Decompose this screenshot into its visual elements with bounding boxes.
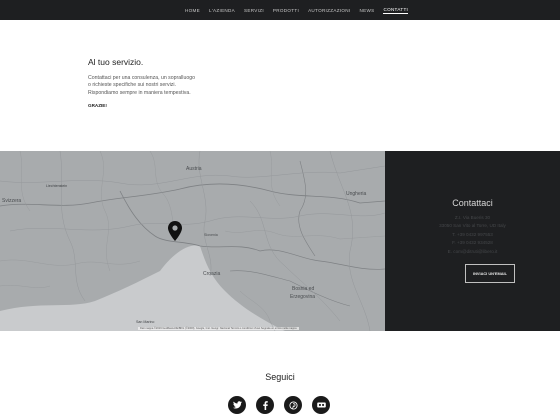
map-attribution[interactable]: Dati mappa ©2019 GeoBasis-DE/BKG (©2009)… bbox=[138, 327, 299, 330]
nav-item-home[interactable]: HOME bbox=[185, 8, 200, 13]
map-label-bosnia-1: Bosnia ed bbox=[292, 286, 315, 292]
map-label-slovenia: Slovenia bbox=[204, 233, 218, 237]
map-label-austria: Austria bbox=[186, 166, 202, 172]
nav-item-contatti[interactable]: CONTATTI bbox=[383, 7, 409, 14]
contact-email[interactable]: E. com@ditruti@libero.it bbox=[385, 248, 560, 256]
follow-title: Seguici bbox=[265, 372, 295, 382]
map-label-ungheria: Ungheria bbox=[346, 191, 367, 197]
nav-item-prodotti[interactable]: PRODOTTI bbox=[273, 8, 299, 13]
social-links bbox=[228, 396, 340, 414]
intro-line: Contattaci per una consulenza, un sopral… bbox=[88, 75, 195, 81]
location-pin-icon[interactable] bbox=[168, 221, 182, 241]
intro-section: Al tuo servizio. Contattaci per una cons… bbox=[88, 57, 288, 108]
contact-address: Z.I. Via Bueris 30 bbox=[454, 215, 491, 220]
map-label-croazia: Croazia bbox=[203, 271, 221, 277]
intro-title: Al tuo servizio. bbox=[88, 57, 144, 67]
contact-details: Z.I. Via Bueris 30 33050 San Vito al Tor… bbox=[385, 214, 560, 256]
map-label-svizzera: Svizzera bbox=[2, 198, 22, 204]
map-label-bosnia-2: Erzegovina bbox=[290, 294, 316, 300]
flickr-icon[interactable] bbox=[312, 396, 330, 414]
nav-menu: HOME L'AZIENDA SERVIZI PRODOTTI AUTORIZZ… bbox=[185, 0, 417, 20]
nav-item-azienda[interactable]: L'AZIENDA bbox=[209, 8, 235, 13]
top-navigation: HOME L'AZIENDA SERVIZI PRODOTTI AUTORIZZ… bbox=[0, 0, 560, 20]
intro-line: Rispondiamo sempre in maniera tempestiva… bbox=[88, 89, 191, 96]
contact-city: 33050 San Vito al Torre, UD Italy bbox=[439, 223, 506, 229]
map-graphics bbox=[0, 151, 385, 331]
contact-phone[interactable]: T. +39 0432 997553 bbox=[385, 231, 560, 239]
send-email-button[interactable]: INVIACI UN'EMAIL bbox=[465, 264, 515, 283]
intro-text: Contattaci per una consulenza, un sopral… bbox=[88, 75, 288, 97]
intro-line: o richieste specifiche sui nostri serviz… bbox=[88, 82, 176, 89]
nav-item-servizi[interactable]: SERVIZI bbox=[244, 8, 264, 13]
twitter-icon[interactable] bbox=[228, 396, 246, 414]
contact-panel: Contattaci Z.I. Via Bueris 30 33050 San … bbox=[385, 151, 560, 331]
google-map[interactable]: Austria Ungheria Svizzera Slovenia Croaz… bbox=[0, 151, 385, 331]
nav-item-autorizzazioni[interactable]: AUTORIZZAZIONI bbox=[308, 8, 350, 13]
contact-title: Contattaci bbox=[452, 198, 493, 208]
pinterest-icon[interactable] bbox=[284, 396, 302, 414]
contact-fax: F. +39 0432 934528 bbox=[452, 240, 493, 246]
map-label-san-marino: San Marino bbox=[136, 320, 155, 324]
facebook-icon[interactable] bbox=[256, 396, 274, 414]
map-label-liechtenstein: Liechtenstein bbox=[46, 184, 68, 188]
nav-item-news[interactable]: NEWS bbox=[359, 8, 374, 13]
intro-thanks: GRAZIE! bbox=[88, 103, 107, 109]
